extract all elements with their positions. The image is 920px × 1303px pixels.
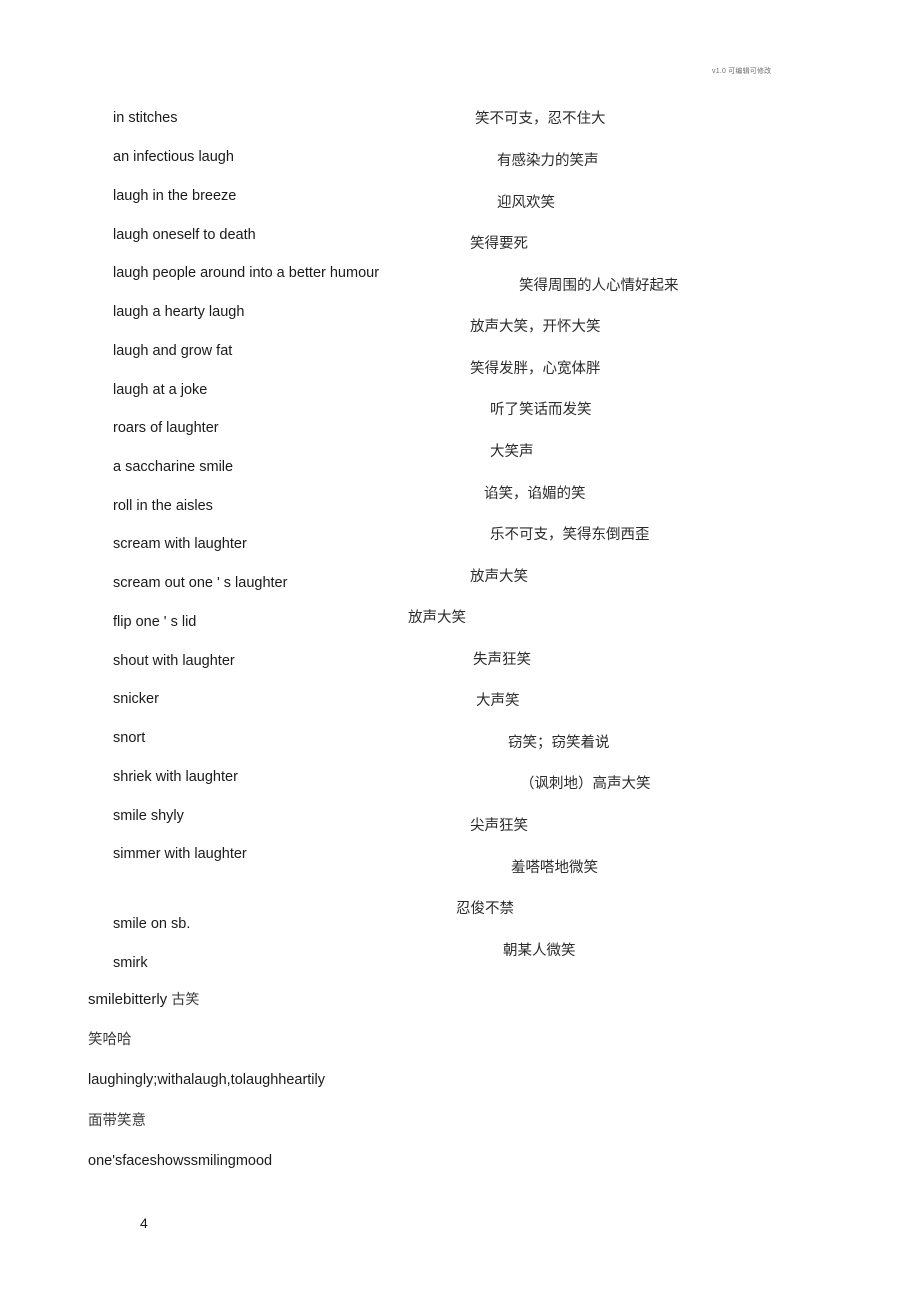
english-phrase: laugh at a joke <box>113 382 208 398</box>
english-phrase: a saccharine smile <box>113 459 234 475</box>
english-phrase: laugh and grow fat <box>113 343 233 359</box>
chinese-translation: 尖声狂笑 <box>470 818 528 834</box>
chinese-translation: 乐不可支，笑得东倒西歪 <box>490 527 650 543</box>
chinese-translation: 笑得周围的人心情好起来 <box>519 278 679 294</box>
chinese-translation: 朝某人微笑 <box>503 943 576 959</box>
english-phrase: in stitches <box>113 110 178 126</box>
chinese-translation: 听了笑话而发笑 <box>490 402 592 418</box>
english-phrase: an infectious laugh <box>113 149 234 165</box>
english-phrase: laugh a hearty laugh <box>113 304 245 320</box>
chinese-translation: 笑得发胖，心宽体胖 <box>470 361 601 377</box>
chinese-translation: 笑得要死 <box>470 236 528 252</box>
chinese-translation: 谄笑，谄媚的笑 <box>484 486 586 502</box>
english-phrase: snicker <box>113 691 159 707</box>
english-phrase: laugh in the breeze <box>113 188 237 204</box>
english-phrase: roars of laughter <box>113 420 219 436</box>
footer-entry-latin: smilebitterly <box>88 991 172 1008</box>
footer-entry-cjk: 古笑 <box>171 993 200 1008</box>
english-phrase: scream out one ' s laughter <box>113 575 288 591</box>
english-phrase: shriek with laughter <box>113 769 238 785</box>
chinese-translation: 迎风欢笑 <box>497 195 555 211</box>
footer-chinese-entry: 笑哈哈 <box>88 1032 132 1048</box>
english-phrase: smile on sb. <box>113 916 191 932</box>
english-phrase: snort <box>113 730 146 746</box>
english-phrase: smirk <box>113 955 148 971</box>
document-page: v1.0 可编辑可修改 in stitches an infectious lau… <box>0 0 920 1303</box>
version-watermark: v1.0 可编辑可修改 <box>712 68 772 75</box>
chinese-translation: 放声大笑 <box>408 610 466 626</box>
chinese-translation: 笑不可支，忍不住大 <box>475 111 606 127</box>
chinese-translation: 失声狂笑 <box>473 652 531 668</box>
english-phrase: simmer with laughter <box>113 846 247 862</box>
english-phrase: shout with laughter <box>113 653 235 669</box>
english-phrase: roll in the aisles <box>113 498 213 514</box>
footer-english-entry: laughingly;withalaugh,tolaughheartily <box>88 1072 325 1088</box>
chinese-translation: 有感染力的笑声 <box>497 153 599 169</box>
chinese-translation: 羞嗒嗒地微笑 <box>511 860 598 876</box>
footer-mixed-entry: smilebitterly 古笑 <box>88 992 199 1008</box>
chinese-translation: 大声笑 <box>476 693 520 709</box>
english-phrase: flip one ' s lid <box>113 614 197 630</box>
chinese-translation: （讽刺地）高声大笑 <box>520 776 651 792</box>
english-phrase: smile shyly <box>113 808 184 824</box>
chinese-translation: 忍俊不禁 <box>456 901 514 917</box>
chinese-translation: 大笑声 <box>490 444 534 460</box>
chinese-translation: 放声大笑，开怀大笑 <box>470 319 601 335</box>
chinese-translation: 放声大笑 <box>470 569 528 585</box>
chinese-translation: 窃笑；窃笑着说 <box>508 735 610 751</box>
english-phrase: laugh oneself to death <box>113 227 256 243</box>
page-number: 4 <box>140 1215 148 1231</box>
english-phrase: laugh people around into a better humour <box>113 265 380 281</box>
english-phrase: scream with laughter <box>113 536 247 552</box>
footer-english-entry: one'sfaceshowssmilingmood <box>88 1153 273 1169</box>
footer-chinese-entry: 面带笑意 <box>88 1113 146 1129</box>
